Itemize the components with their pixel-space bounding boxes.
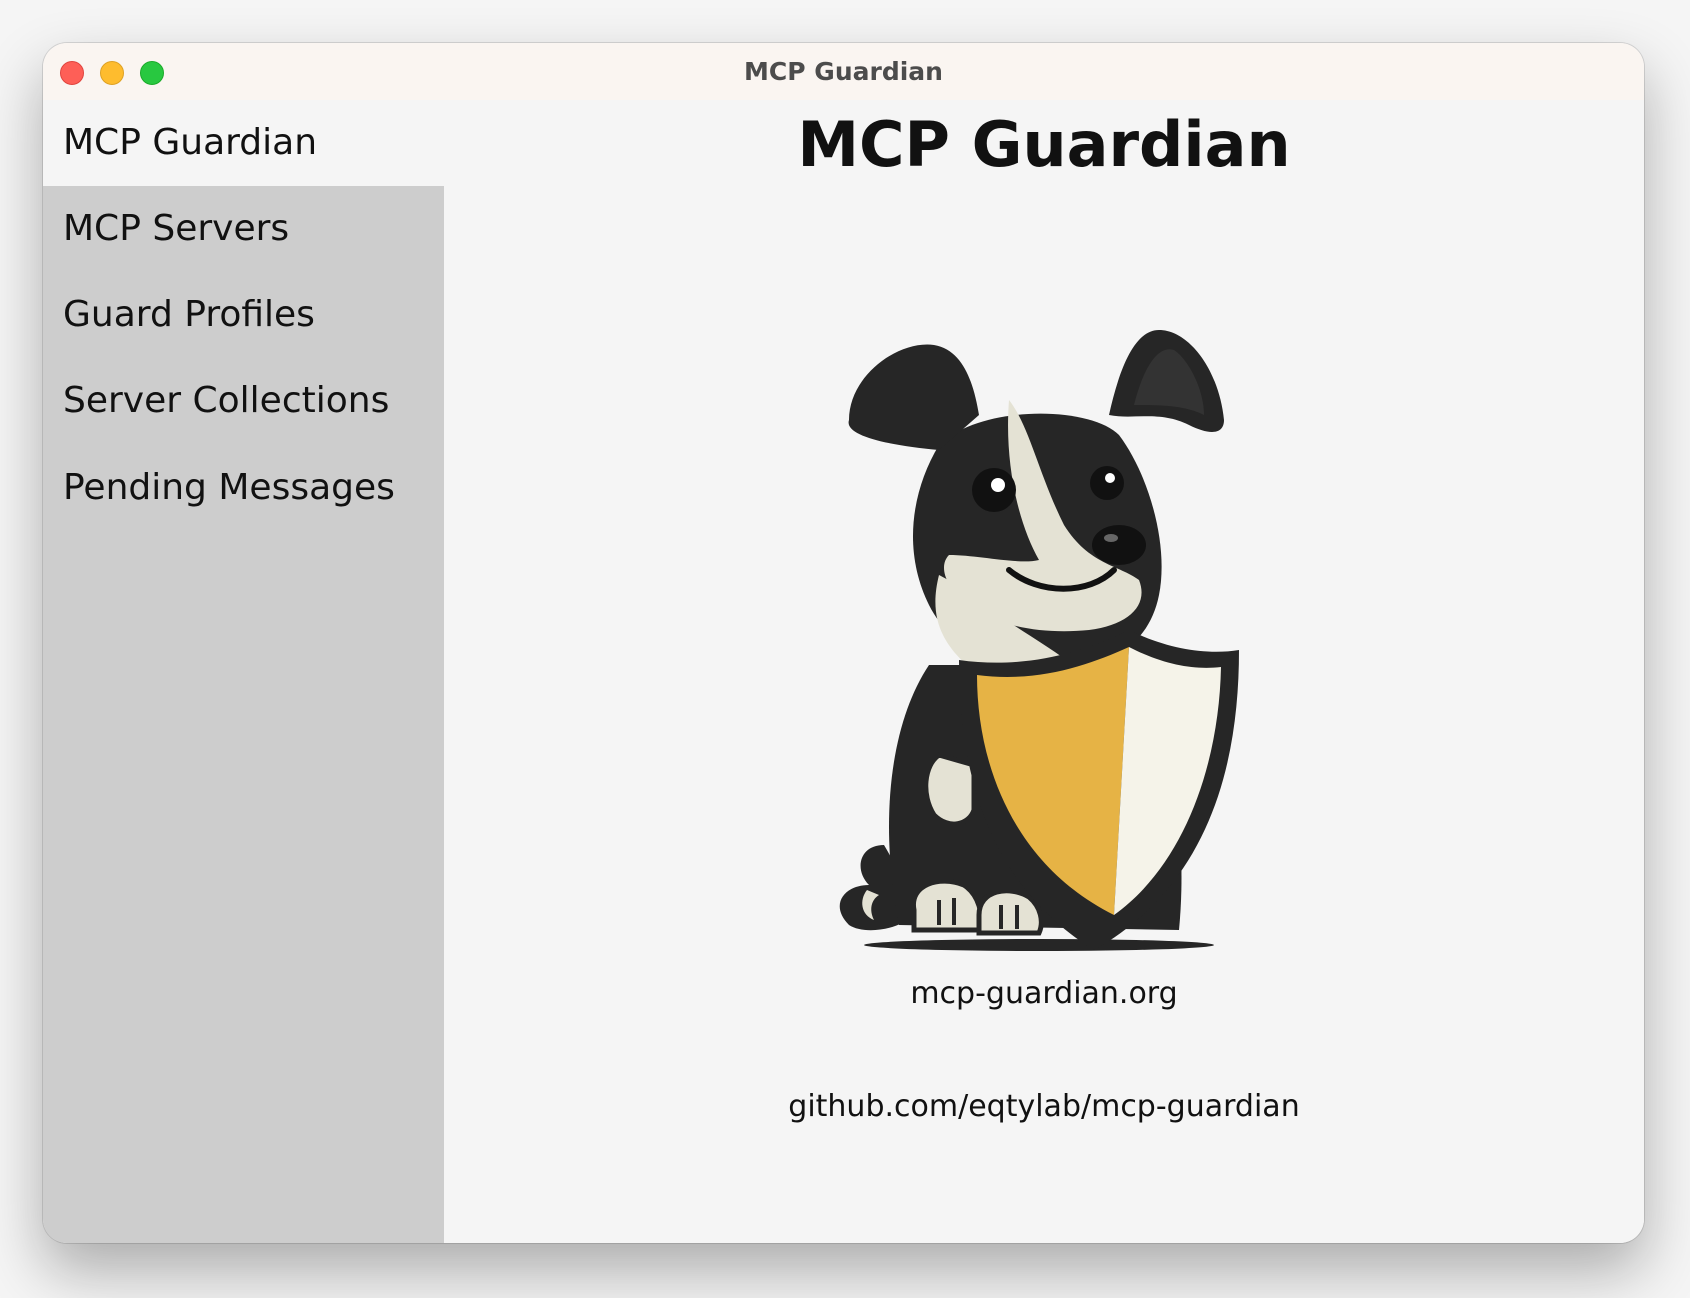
main-content: MCP Guardian mcp-guardian.org github.com… <box>444 100 1644 1243</box>
sidebar-item-server-collections[interactable]: Server Collections <box>43 358 444 444</box>
border-collie-shield-logo-icon <box>839 330 1239 951</box>
sidebar-item-guard-profiles[interactable]: Guard Profiles <box>43 272 444 358</box>
website-link[interactable]: mcp-guardian.org <box>444 976 1644 1011</box>
desktop: MCP Guardian MCP Guardian MCP Servers Gu… <box>0 0 1690 1298</box>
sidebar-item-mcp-guardian[interactable]: MCP Guardian <box>43 100 444 186</box>
github-link[interactable]: github.com/eqtylab/mcp-guardian <box>444 1089 1644 1124</box>
title-bar[interactable]: MCP Guardian <box>43 43 1644 100</box>
sidebar: MCP Guardian MCP Servers Guard Profiles … <box>43 100 444 1243</box>
app-window: MCP Guardian MCP Guardian MCP Servers Gu… <box>43 43 1644 1243</box>
sidebar-item-mcp-servers[interactable]: MCP Servers <box>43 186 444 272</box>
window-title: MCP Guardian <box>744 57 943 86</box>
sidebar-item-pending-messages[interactable]: Pending Messages <box>43 445 444 531</box>
page-title: MCP Guardian <box>797 108 1291 181</box>
